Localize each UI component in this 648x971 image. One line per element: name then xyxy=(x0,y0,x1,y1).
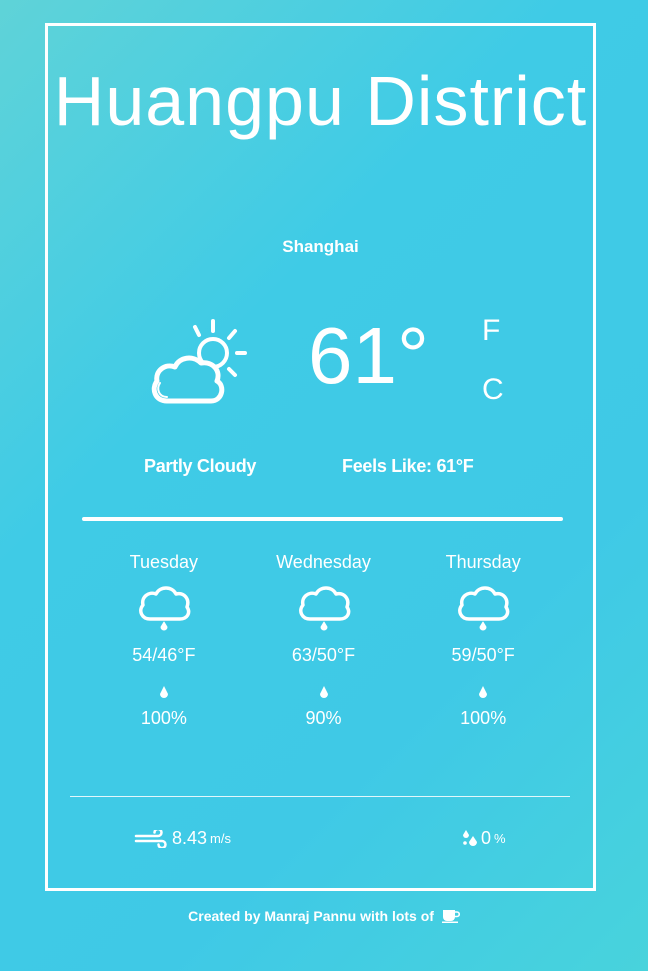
humidity-value: 0 xyxy=(481,828,492,848)
raindrop-icon xyxy=(479,686,488,698)
rain-cloud-icon xyxy=(138,586,191,631)
raindrop-icon xyxy=(159,686,168,698)
condition-text: Partly Cloudy xyxy=(144,456,257,476)
rain-cloud-icon xyxy=(298,586,350,631)
forecast-rain-chance: 90% xyxy=(305,708,342,728)
forecast-day-name: Wednesday xyxy=(276,552,371,572)
footer-text: Created by Manraj Pannu with lots of xyxy=(188,908,434,924)
humidity: 0 % xyxy=(462,828,506,849)
humidity-icon xyxy=(463,829,477,846)
wind-speed-unit: m/s xyxy=(210,831,231,846)
current-temperature: 61° xyxy=(308,311,429,400)
wind-speed: 8.43 m/s xyxy=(134,828,231,849)
forecast-day: Tuesday 54/46°F 100% xyxy=(84,551,244,761)
city-name: Huangpu District xyxy=(53,62,588,140)
celsius-toggle[interactable]: C xyxy=(482,372,504,408)
partly-cloudy-icon xyxy=(151,319,247,404)
weather-card: Huangpu District Shanghai 61° F C Partly… xyxy=(45,23,596,891)
raindrop-icon xyxy=(319,686,328,698)
forecast-day-name: Tuesday xyxy=(129,552,199,572)
rain-cloud-icon xyxy=(458,586,510,631)
humidity-unit: % xyxy=(494,831,506,846)
forecast-rain-chance: 100% xyxy=(140,708,187,728)
region-name: Shanghai xyxy=(282,237,359,256)
coffee-cup-icon xyxy=(441,910,460,923)
forecast-temp-range: 54/46°F xyxy=(132,645,196,665)
details-divider xyxy=(70,796,570,797)
forecast-temp-range: 63/50°F xyxy=(291,645,356,665)
forecast-list: Tuesday 54/46°F 100% Wednesday 63/50°F 9… xyxy=(84,551,563,761)
wind-speed-value: 8.43 xyxy=(172,828,208,848)
forecast-day: Thursday 59/50°F 100% xyxy=(403,551,563,761)
fahrenheit-toggle[interactable]: F xyxy=(482,313,500,349)
wind-icon xyxy=(134,829,167,848)
forecast-day-name: Thursday xyxy=(445,552,521,572)
forecast-temp-range: 59/50°F xyxy=(451,645,515,665)
footer-credit: Created by Manraj Pannu with lots of xyxy=(0,908,648,924)
forecast-rain-chance: 100% xyxy=(460,708,507,728)
forecast-day: Wednesday 63/50°F 90% xyxy=(244,551,404,761)
section-divider xyxy=(82,517,563,521)
feels-like-text: Feels Like: 61°F xyxy=(342,456,474,476)
